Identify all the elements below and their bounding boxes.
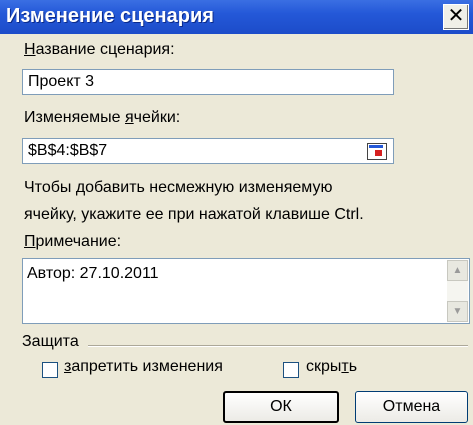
scenario-name-value: Проект 3 [28, 73, 95, 90]
changing-cells-input[interactable]: $B$4:$B$7 [22, 138, 394, 164]
scenario-name-input[interactable]: Проект 3 [22, 69, 394, 95]
protection-group-label: Защита [22, 333, 79, 350]
prevent-changes-label[interactable]: запретить изменения [64, 358, 223, 376]
scenario-name-label: Название сценария: [24, 41, 175, 58]
hide-label[interactable]: скрыть [306, 358, 357, 376]
comment-textarea[interactable]: Автор: 27.10.2011 ▲ ▼ [22, 258, 470, 324]
comment-value: Автор: 27.10.2011 [27, 265, 159, 282]
changing-cells-value: $B$4:$B$7 [28, 142, 108, 159]
range-select-icon[interactable] [367, 143, 387, 160]
hint-line-1: Чтобы добавить несмежную изменяемую [24, 179, 333, 196]
changing-cells-label: Изменяемые ячейки: [24, 109, 181, 126]
cancel-button[interactable]: Отмена [355, 391, 468, 423]
close-icon: ✕ [447, 5, 465, 27]
hint-line-2: ячейку, укажите ее при нажатой клавише C… [24, 206, 364, 223]
protection-divider [88, 345, 468, 346]
comment-label: Примечание: [24, 233, 122, 250]
ok-button[interactable]: ОК [223, 391, 339, 423]
comment-scrollbar[interactable]: ▲ ▼ [447, 260, 468, 322]
scroll-up-icon[interactable]: ▲ [447, 260, 468, 281]
close-button[interactable]: ✕ [443, 4, 469, 30]
prevent-changes-checkbox[interactable] [42, 362, 58, 378]
scroll-down-icon[interactable]: ▼ [447, 301, 468, 322]
title-bar: Изменение сценария ✕ [0, 0, 473, 34]
dialog-title: Изменение сценария [6, 5, 214, 27]
hide-checkbox[interactable] [283, 362, 299, 378]
